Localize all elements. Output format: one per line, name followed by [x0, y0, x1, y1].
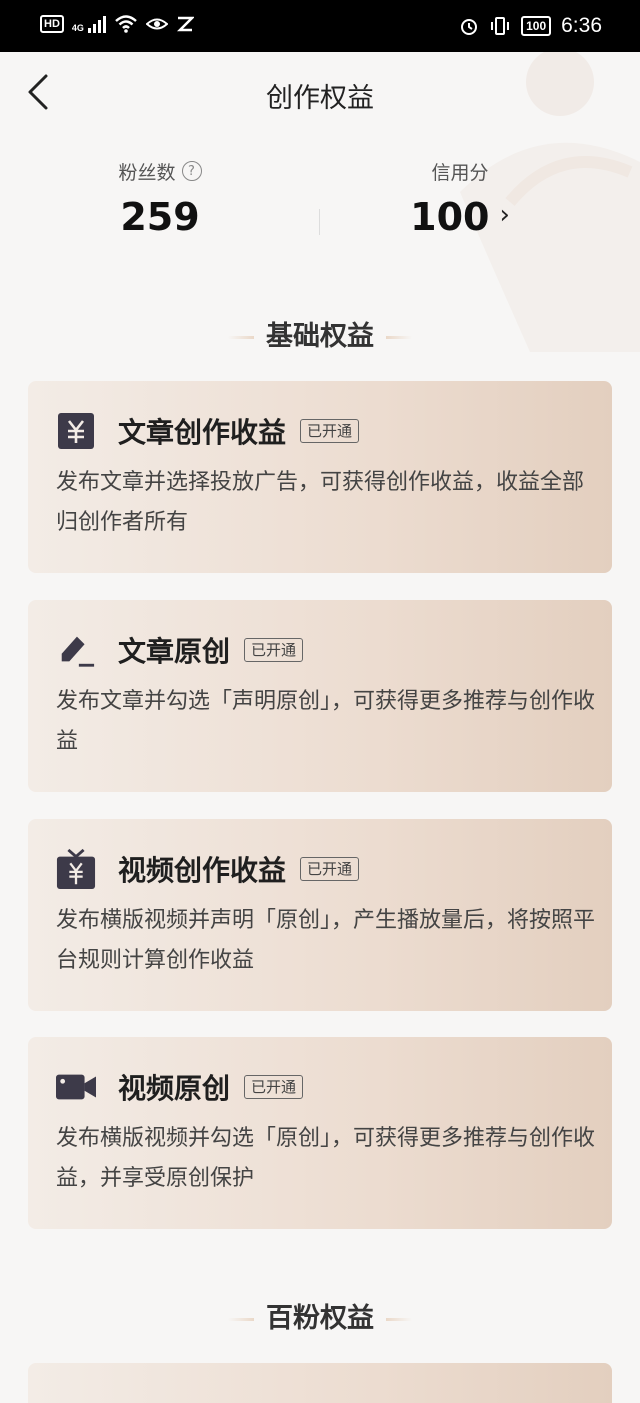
fans-stat: 粉丝数 ? 259	[40, 155, 280, 239]
benefit-card-article-original[interactable]: 文章原创 已开通 发布文章并勾选「声明原创」，可获得更多推荐与创作收益	[28, 600, 612, 792]
divider-line	[386, 336, 412, 339]
video-camera-icon	[56, 1067, 96, 1107]
alarm-icon	[461, 19, 478, 35]
section-title-basic-text: 基础权益	[266, 321, 374, 352]
divider-line	[386, 1318, 412, 1321]
credit-value: 100	[410, 195, 490, 239]
benefit-card-video-revenue[interactable]: 视频创作收益 已开通 发布横版视频并声明「原创」，产生播放量后，将按照平台规则计…	[28, 819, 612, 1011]
status-badge: 已开通	[300, 857, 360, 881]
yuan-card-icon	[56, 411, 96, 451]
battery-icon: 100	[521, 16, 552, 36]
card-description: 发布横版视频并声明「原创」，产生播放量后，将按照平台规则计算创作收益	[56, 908, 596, 973]
navigation-header: 创作权益	[0, 52, 640, 132]
card-title: 视频创作收益	[118, 854, 287, 887]
stat-divider	[319, 209, 320, 235]
pen-icon	[56, 630, 96, 670]
stats-panel: 粉丝数 ? 259 信用分 100 ›	[0, 155, 640, 250]
status-badge: 已开通	[244, 638, 304, 662]
vibrate-icon	[491, 17, 510, 35]
clock: 6:36	[561, 14, 602, 37]
benefit-card-video-original[interactable]: 视频原创 已开通 发布横版视频并勾选「原创」，可获得更多推荐与创作收益，并享受原…	[28, 1037, 612, 1229]
divider-line	[228, 1318, 254, 1321]
section-title-hundred-fans-text: 百粉权益	[266, 1303, 374, 1334]
fans-label: 粉丝数	[118, 161, 176, 184]
card-description: 发布横版视频并勾选「原创」，可获得更多推荐与创作收益，并享受原创保护	[56, 1126, 596, 1191]
signal-icon: 4G	[71, 15, 106, 33]
network-type: 4G	[71, 22, 84, 33]
benefit-card-partial[interactable]	[28, 1363, 612, 1403]
credit-label: 信用分	[431, 161, 489, 184]
card-title: 文章原创	[118, 635, 231, 668]
hd-indicator: HD	[40, 15, 64, 33]
card-title: 视频原创	[118, 1072, 231, 1105]
divider-line	[228, 336, 254, 339]
notification-icon	[176, 16, 194, 32]
credit-score-stat[interactable]: 信用分 100 ›	[340, 155, 580, 240]
status-badge: 已开通	[300, 419, 360, 443]
page-title: 创作权益	[266, 83, 374, 114]
help-icon[interactable]: ?	[181, 161, 202, 181]
eye-icon	[145, 18, 168, 30]
card-description: 发布文章并选择投放广告，可获得创作收益，收益全部归创作者所有	[56, 470, 585, 535]
status-badge: 已开通	[244, 1075, 304, 1099]
tv-yuan-icon	[56, 848, 96, 889]
status-bar: HD 4G 100 6:36	[0, 0, 640, 52]
card-description: 发布文章并勾选「声明原创」，可获得更多推荐与创作收益	[56, 689, 596, 754]
wifi-icon	[115, 15, 137, 33]
section-title-hundred-fans: 百粉权益	[0, 1296, 640, 1335]
chevron-right-icon: ›	[499, 200, 510, 230]
card-title: 文章创作收益	[118, 416, 287, 449]
fans-value: 259	[120, 195, 200, 239]
section-title-basic: 基础权益	[0, 314, 640, 353]
benefit-card-article-revenue[interactable]: 文章创作收益 已开通 发布文章并选择投放广告，可获得创作收益，收益全部归创作者所…	[28, 381, 612, 573]
